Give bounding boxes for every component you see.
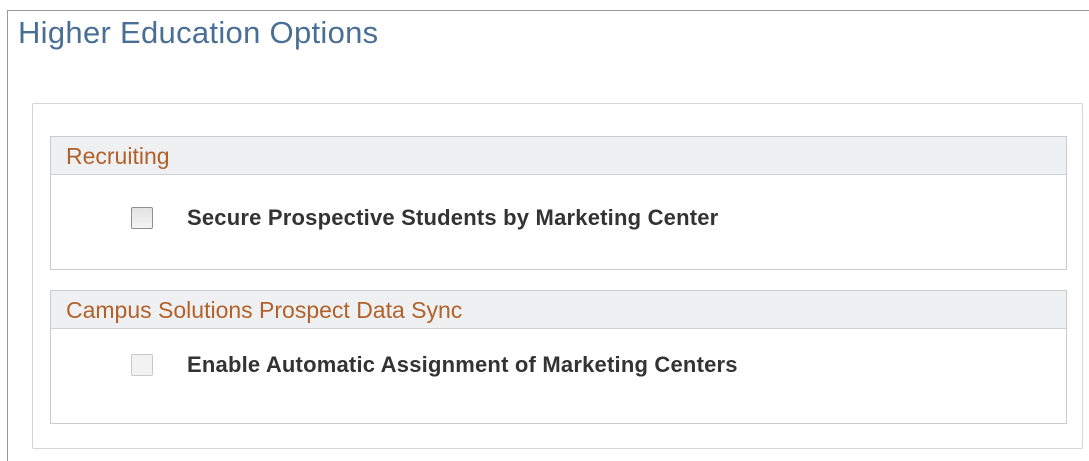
recruiting-group: Recruiting Secure Prospective Students b…: [50, 136, 1067, 270]
page-title: Higher Education Options: [18, 15, 379, 50]
secure-prospects-label[interactable]: Secure Prospective Students by Marketing…: [187, 205, 718, 231]
auto-assignment-checkbox: [131, 354, 153, 376]
recruiting-group-header: Recruiting: [51, 137, 1066, 175]
prospect-data-sync-group: Campus Solutions Prospect Data Sync Enab…: [50, 290, 1067, 424]
secure-prospects-row: Secure Prospective Students by Marketing…: [131, 205, 718, 231]
auto-assignment-label: Enable Automatic Assignment of Marketing…: [187, 352, 738, 377]
secure-prospects-checkbox[interactable]: [131, 207, 153, 229]
prospect-data-sync-group-header: Campus Solutions Prospect Data Sync: [51, 291, 1066, 329]
auto-assignment-row: Enable Automatic Assignment of Marketing…: [131, 352, 738, 378]
